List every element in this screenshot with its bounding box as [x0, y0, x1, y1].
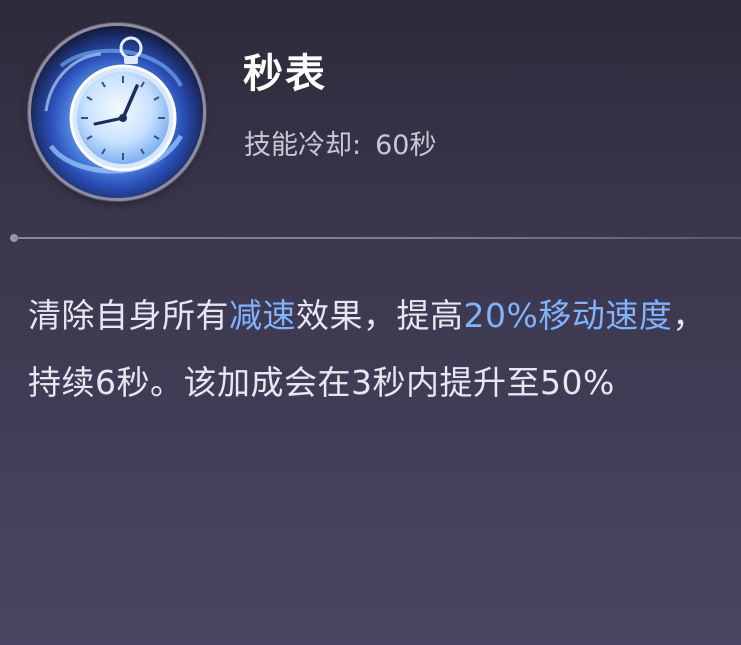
description-highlight-speed: 20%移动速度 — [463, 296, 673, 335]
skill-name: 秒表 — [243, 51, 327, 97]
skill-tooltip-panel: 秒表 技能冷却: 60秒 清除自身所有减速效果，提高20%移动速度，持续6秒。该加… — [0, 0, 741, 645]
skill-description: 清除自身所有减速效果，提高20%移动速度，持续6秒。该加成会在3秒内提升至50% — [28, 282, 728, 416]
cooldown-row: 技能冷却: 60秒 — [244, 126, 436, 166]
description-highlight-slow: 减速 — [229, 296, 296, 335]
description-text: 清除自身所有 — [28, 296, 229, 335]
cooldown-value: 60秒 — [375, 130, 437, 161]
description-text: 效果，提高 — [296, 296, 464, 335]
divider — [14, 237, 741, 239]
cooldown-label: 技能冷却: — [244, 130, 362, 161]
pocket-watch-icon — [31, 26, 203, 198]
